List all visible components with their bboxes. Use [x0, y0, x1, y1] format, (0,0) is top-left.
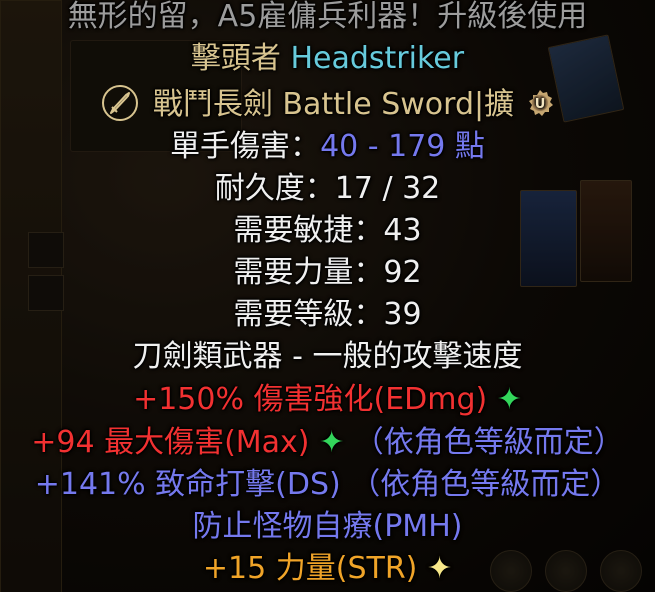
- item-tooltip: 無形的留，A5雇傭兵利器！升級後使用 擊頭者 Headstriker 戰鬥長劍 …: [0, 0, 655, 592]
- sword-icon: [102, 85, 139, 121]
- weapon-class: 刀劍類武器 - 一般的攻擊速度: [132, 339, 523, 374]
- mod-text: +150% 傷害強化(EDmg): [133, 382, 488, 417]
- mod-strength: +15 力量(STR) ✦: [0, 550, 655, 588]
- mod-text: 防止怪物自療(PMH): [192, 509, 463, 544]
- base-item-name: 戰鬥長劍 Battle Sword: [152, 87, 475, 122]
- sparkle-star-icon: ✦: [319, 425, 345, 460]
- damage-label: 單手傷害：: [170, 129, 321, 164]
- mod-text: +15 力量(STR): [202, 551, 418, 586]
- mod-text: +141% 致命打擊(DS): [34, 467, 341, 502]
- damage-value: 40 - 179 點: [320, 129, 485, 164]
- mod-deadly-strike: +141% 致命打擊(DS) （依角色等級而定）: [0, 466, 655, 504]
- required-dexterity: 需要敏捷：43: [233, 213, 422, 248]
- mod-note: （依角色等級而定）: [350, 467, 621, 502]
- mod-text: +94 最大傷害(Max): [31, 425, 310, 460]
- required-strength: 需要力量：92: [233, 255, 422, 290]
- unique-badge-icon: U: [528, 90, 553, 116]
- game-screen: 無形的留，A5雇傭兵利器！升級後使用 擊頭者 Headstriker 戰鬥長劍 …: [0, 0, 655, 592]
- sparkle-star-icon: ✦: [496, 382, 522, 417]
- sparkle-star-icon: ✦: [426, 551, 453, 586]
- svg-text:U: U: [534, 97, 545, 112]
- durability-line: 耐久度：17 / 32: [214, 171, 441, 206]
- required-level: 需要等級：39: [233, 297, 422, 332]
- unique-name-cn: 擊頭者: [190, 41, 281, 76]
- requirement-note: 無形的留，A5雇傭兵利器！升級後使用: [67, 0, 588, 34]
- mod-enhanced-damage: +150% 傷害強化(EDmg) ✦: [0, 381, 655, 419]
- mod-prevent-heal: 防止怪物自療(PMH): [0, 508, 655, 546]
- mod-max-damage: +94 最大傷害(Max) ✦ （依角色等級而定）: [0, 424, 655, 462]
- base-item-line: 戰鬥長劍 Battle Sword|擴 U: [0, 84, 655, 122]
- item-name-line: 擊頭者 Headstriker: [0, 40, 655, 78]
- damage-line: 單手傷害：40 - 179 點: [0, 128, 655, 166]
- base-item-suffix: |擴: [474, 87, 515, 122]
- mod-note: （依角色等級而定）: [353, 425, 624, 460]
- unique-name-en: Headstriker: [290, 41, 465, 76]
